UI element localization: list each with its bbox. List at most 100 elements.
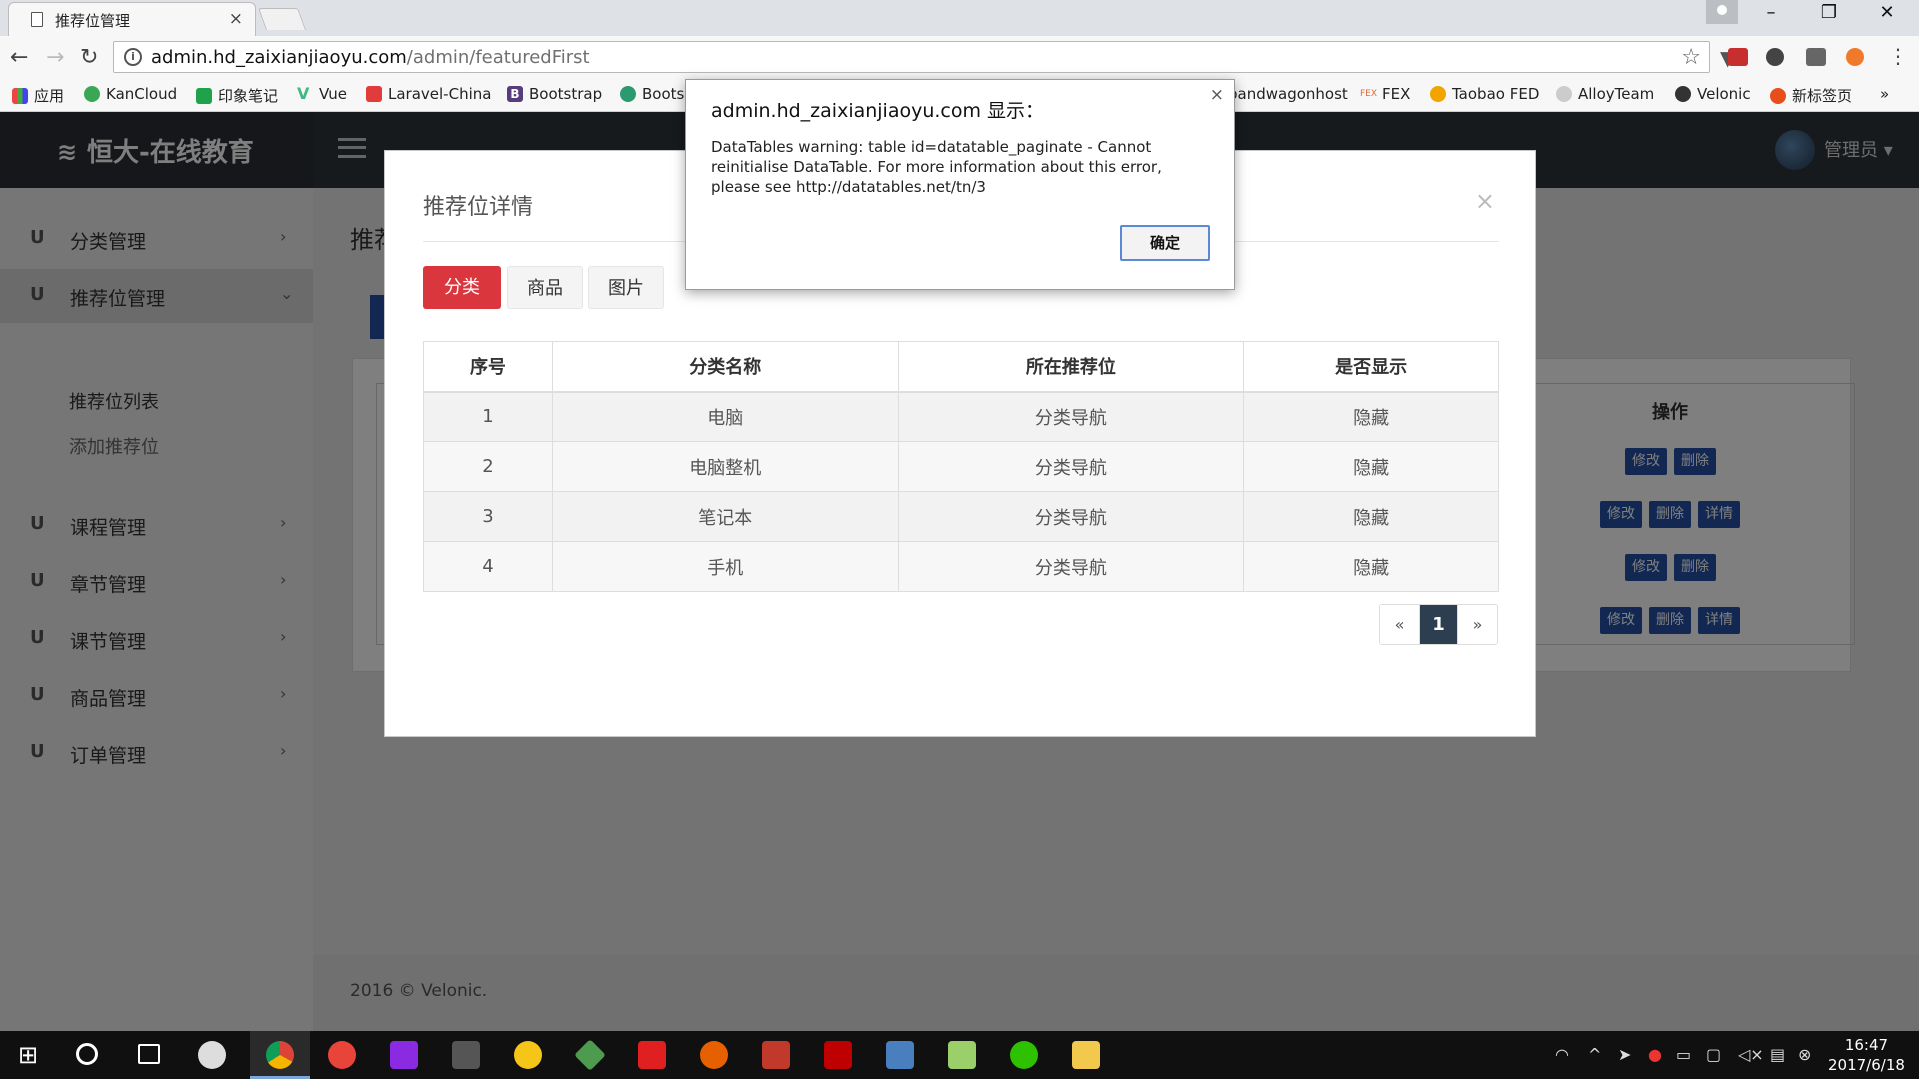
back-arrow-icon[interactable]: ← [10,45,28,70]
tab-image[interactable]: 图片 [588,266,664,309]
bookmark-label: 新标签页 [1792,87,1853,105]
pinwheel-app-icon[interactable] [198,1041,226,1069]
address-bar[interactable]: i admin.hd_zaixianjiaoyu.com/admin/featu… [113,41,1710,73]
notification-icon[interactable]: ▤ [1770,1045,1785,1064]
menu-kebab-icon[interactable]: ⋮ [1888,44,1910,68]
bookmark-label: 应用 [34,87,65,105]
phpstorm-icon[interactable] [390,1041,418,1069]
new-tab-button[interactable] [257,8,307,30]
network-icon[interactable] [1806,48,1826,66]
firefox-icon[interactable] [700,1041,728,1069]
bookmark-kancloud[interactable]: KanCloud [84,85,177,103]
table-row: 4 手机 分类导航 隐藏 [423,541,1499,592]
bookmark-boots[interactable]: Boots [620,85,684,103]
close-circle-icon[interactable]: ⊗ [1798,1045,1811,1064]
bookmarks-overflow[interactable]: » [1880,85,1889,103]
bookmark-laravel-china[interactable]: Laravel-China [366,85,491,103]
pagination-page-current[interactable]: 1 [1419,605,1458,644]
browser-toolbar: ← → ↻ i admin.hd_zaixianjiaoyu.com/admin… [0,36,1919,80]
wifi-icon[interactable]: ◠ [1555,1045,1569,1064]
battery-icon[interactable]: ▭ [1676,1045,1691,1064]
bookmark-alloyteam[interactable]: AlloyTeam [1556,85,1654,103]
redis-icon[interactable] [762,1041,790,1069]
wechat-icon[interactable] [1010,1041,1038,1069]
overflow-chevron-icon: » [1880,85,1890,103]
table-cell: 电脑整机 [551,441,899,492]
table-cell: 3 [423,491,553,542]
bookmark-velonic[interactable]: Velonic [1675,85,1751,103]
task-view-icon[interactable] [138,1044,160,1064]
bookmark-apps[interactable]: 应用 [12,85,64,106]
evernote-bookmark-icon [196,87,212,104]
sourcetree-icon[interactable] [574,1039,606,1071]
bookmark-label: Boots [642,85,685,103]
vue-icon: V [297,84,310,103]
bookmark-vue[interactable]: V Vue [297,85,347,103]
infinity-extension-icon[interactable] [1846,48,1864,66]
window-close-icon[interactable]: ✕ [1864,2,1910,23]
tab-category[interactable]: 分类 [423,266,501,309]
fe-helper-icon[interactable] [1728,48,1748,66]
sublime-text-icon[interactable] [452,1041,480,1069]
pagination-prev[interactable]: « [1380,605,1419,644]
user-profile-icon[interactable] [1706,0,1738,24]
bookmark-fex[interactable]: FEX FEX [1360,85,1410,103]
bookmark-taobao-fed[interactable]: Taobao FED [1430,85,1539,103]
table-cell: 1 [423,391,553,442]
velonic-icon [1675,86,1691,102]
table-header-row: 序号 分类名称 所在推荐位 是否显示 [423,341,1499,393]
pagination-next[interactable]: » [1458,605,1497,644]
column-header[interactable]: 是否显示 [1243,341,1499,393]
bookmark-label: 印象笔记 [218,87,279,105]
column-header[interactable]: 序号 [423,341,553,393]
chevron-up-icon[interactable]: ^ [1588,1045,1601,1064]
filezilla-icon[interactable] [824,1041,852,1069]
bookmark-star-icon[interactable]: ☆ [1681,45,1701,70]
modal-title: 推荐位详情 [423,195,534,220]
table-cell: 分类导航 [897,391,1245,442]
restore-icon[interactable]: ❐ [1806,2,1852,23]
table-cell: 隐藏 [1243,541,1499,592]
cortana-search-icon[interactable] [76,1043,98,1065]
file-explorer-icon[interactable] [1072,1041,1100,1069]
laravel-icon [366,86,382,102]
git-client-icon[interactable] [328,1041,356,1069]
bookmark-new-tab-page[interactable]: 新标签页 [1770,85,1852,106]
reload-icon[interactable]: ↻ [80,45,98,70]
send-icon[interactable]: ➤ [1618,1045,1631,1064]
taobao-fed-icon [1430,86,1446,102]
evernote-icon[interactable] [1766,48,1784,66]
table-cell: 分类导航 [897,541,1245,592]
tab-goods[interactable]: 商品 [507,266,583,309]
alert-close-icon[interactable]: × [1210,85,1224,105]
remote-desktop-icon[interactable] [886,1041,914,1069]
table-cell: 手机 [551,541,899,592]
alloyteam-icon [1556,86,1572,102]
windows-start-icon[interactable]: ⊞ [18,1041,38,1069]
column-header[interactable]: 所在推荐位 [897,341,1245,393]
notes-app-icon[interactable] [948,1041,976,1069]
volume-muted-icon[interactable]: ◁× [1738,1045,1764,1064]
xmind-icon[interactable] [638,1041,666,1069]
minimize-icon[interactable]: – [1748,2,1794,23]
tab-close-icon[interactable]: × [229,9,243,29]
forward-arrow-icon[interactable]: → [46,45,64,70]
bookmark-label: Vue [319,85,347,103]
column-header[interactable]: 分类名称 [551,341,899,393]
table-cell: 隐藏 [1243,441,1499,492]
browser-tab[interactable]: 推荐位管理 × [8,2,256,36]
browser-titlebar: 推荐位管理 × – ❐ ✕ [0,0,1919,36]
bookmark-label: Bootstrap [529,85,603,103]
bookmark-bandwagonhost[interactable]: bandwagonhost [1228,85,1348,103]
navicat-icon[interactable] [514,1041,542,1069]
modal-close-icon[interactable]: × [1475,187,1495,215]
bookmark-bootstrap[interactable]: B Bootstrap [507,85,602,103]
network-icon[interactable]: ▢ [1706,1045,1721,1064]
info-icon[interactable]: i [124,48,142,66]
security-icon[interactable]: ● [1648,1045,1662,1064]
system-clock[interactable]: 16:47 2017/6/18 [1828,1035,1905,1075]
chrome-icon[interactable] [266,1041,294,1069]
bookmark-label: Laravel-China [388,85,492,103]
bookmark-evernote[interactable]: 印象笔记 [196,85,278,106]
ok-button[interactable]: 确定 [1120,225,1210,261]
